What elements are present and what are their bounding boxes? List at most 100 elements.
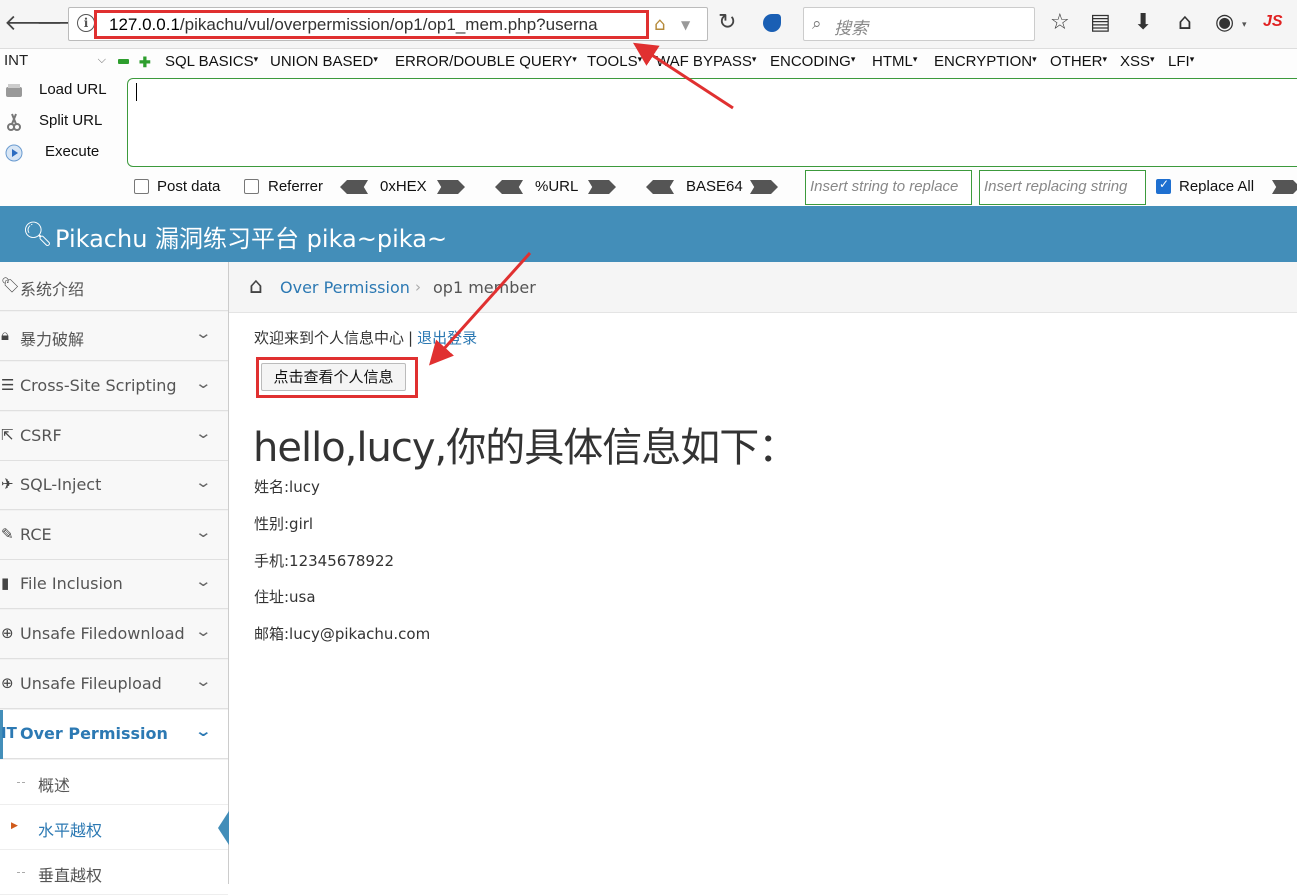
- sidebar: 🏷︎ 系统介绍 🔒︎ 暴力破解 ⌄ ☰ Cross-Site Scripting…: [0, 262, 229, 895]
- menu-other[interactable]: OTHER: [1050, 53, 1107, 70]
- js-badge[interactable]: JS: [1263, 13, 1283, 31]
- breadcrumb: ⌂ Over Permission › op1 member: [229, 262, 1297, 313]
- sidebar-item-label: SQL-Inject: [20, 475, 102, 494]
- home-icon[interactable]: ⌂: [654, 14, 665, 35]
- sidebar-item-unsafe-filedownload[interactable]: ⊕ Unsafe Filedownload ⌄: [0, 610, 228, 659]
- load-url-icon: [6, 84, 22, 97]
- sidebar-item-unsafe-fileupload[interactable]: ⊕ Unsafe Fileupload ⌄: [0, 660, 228, 709]
- reading-list-icon[interactable]: ▤: [1090, 10, 1111, 35]
- sidebar-item-xss[interactable]: ☰ Cross-Site Scripting ⌄: [0, 362, 228, 411]
- share-icon: ⇱: [1, 426, 14, 444]
- logout-link[interactable]: 退出登录: [417, 329, 477, 347]
- menu-lfi[interactable]: LFI: [1168, 53, 1194, 70]
- forward-icon[interactable]: 🡒: [36, 10, 95, 38]
- info-gender: 性别:girl: [254, 515, 314, 533]
- sidebar-item-over-permission[interactable]: IT Over Permission ⌄: [0, 710, 228, 759]
- sidebar-subitem-horizontal[interactable]: ▶ 水平越权: [0, 805, 229, 850]
- replace-arrow-icon[interactable]: [1272, 180, 1297, 194]
- hex-encode-arrow-icon[interactable]: [437, 180, 465, 194]
- minus-icon[interactable]: [118, 59, 129, 64]
- chevron-right-icon: ›: [415, 278, 421, 296]
- search-input[interactable]: ⌕ 搜索: [803, 7, 1035, 41]
- menu-html[interactable]: HTML: [872, 53, 917, 70]
- search-icon: ⌕: [812, 14, 822, 34]
- sidebar-item-brute-force[interactable]: 🔒︎ 暴力破解 ⌄: [0, 312, 228, 361]
- replace-all-checkbox[interactable]: [1156, 177, 1171, 194]
- view-info-button[interactable]: 点击查看个人信息: [261, 363, 406, 391]
- browser-toolbar: 🡐 🡒 i 127.0.0.1/pikachu/vul/overpermissi…: [0, 0, 1297, 49]
- post-data-checkbox[interactable]: [134, 179, 149, 194]
- upload-circle-icon: ⊕: [1, 674, 14, 692]
- breadcrumb-link[interactable]: Over Permission: [280, 278, 410, 297]
- menu-encryption[interactable]: ENCRYPTION: [934, 53, 1037, 70]
- info-phone: 手机:12345678922: [254, 552, 395, 570]
- chevron-down-icon: ⌄: [194, 374, 213, 392]
- star-icon[interactable]: ☆: [1050, 10, 1070, 35]
- menu-error-double-query[interactable]: ERROR/DOUBLE QUERY: [395, 53, 577, 70]
- url-text[interactable]: 127.0.0.1/pikachu/vul/overpermission/op1…: [94, 10, 649, 39]
- download-circle-icon: ⊕: [1, 624, 14, 642]
- chevron-down-icon: ⌄: [194, 722, 213, 740]
- sidebar-subitem-label: 水平越权: [38, 821, 103, 840]
- sidebar-item-label: Cross-Site Scripting: [20, 376, 177, 395]
- menu-sql-basics[interactable]: SQL BASICS: [165, 53, 258, 70]
- sidebar-item-label: 暴力破解: [20, 330, 85, 349]
- home-icon[interactable]: ⌂: [1178, 10, 1192, 35]
- bird-icon[interactable]: [763, 14, 781, 32]
- base64-decode-arrow-icon[interactable]: [646, 180, 674, 194]
- sidebar-item-label: Over Permission: [20, 724, 168, 743]
- referrer-label: Referrer: [268, 178, 324, 195]
- menu-encoding[interactable]: ENCODING: [770, 53, 855, 70]
- hex-label: 0xHEX: [380, 178, 427, 195]
- chevron-down-icon: ⌄: [194, 424, 213, 442]
- url-encode-arrow-icon[interactable]: [588, 180, 616, 194]
- menu-waf-bypass[interactable]: WAF BYPASS: [656, 53, 756, 70]
- sidebar-subitem-overview[interactable]: 概述: [0, 760, 228, 805]
- sidebar-item-sql-inject[interactable]: ✈ SQL-Inject ⌄: [0, 461, 228, 510]
- info-icon[interactable]: i: [77, 14, 95, 32]
- menu-xss[interactable]: XSS: [1120, 53, 1155, 70]
- menu-tools[interactable]: TOOLS: [587, 53, 642, 70]
- caret-right-icon: ▶: [11, 821, 18, 831]
- replacing-string-input[interactable]: Insert replacing string: [979, 170, 1146, 205]
- chevron-down-icon[interactable]: ▾: [1242, 20, 1247, 30]
- chevron-down-icon[interactable]: ▼: [681, 18, 690, 32]
- sidebar-item-label: CSRF: [20, 426, 62, 445]
- sidebar-subitem-label: 垂直越权: [38, 866, 103, 885]
- menu-union-based[interactable]: UNION BASED: [270, 53, 378, 70]
- sidebar-item-label: Unsafe Fileupload: [20, 674, 162, 693]
- address-bar[interactable]: i 127.0.0.1/pikachu/vul/overpermission/o…: [68, 7, 708, 41]
- key-icon: 🔍︎: [22, 220, 53, 248]
- reload-icon[interactable]: ↻: [718, 10, 736, 35]
- sidebar-item-file-inclusion[interactable]: ▮ File Inclusion ⌄: [0, 560, 228, 609]
- plane-icon: ✈: [1, 475, 14, 493]
- replace-string-input[interactable]: Insert string to replace: [805, 170, 972, 205]
- sidebar-item-rce[interactable]: ✎ RCE ⌄: [0, 511, 228, 560]
- type-select[interactable]: INT ⌵: [2, 52, 110, 74]
- base64-encode-arrow-icon[interactable]: [750, 180, 778, 194]
- greeting-heading: hello,lucy,你的具体信息如下：: [253, 425, 798, 471]
- post-data-label: Post data: [157, 178, 221, 195]
- hex-decode-arrow-icon[interactable]: [340, 180, 368, 194]
- site-title[interactable]: Pikachu 漏洞练习平台 pika~pika~: [55, 219, 447, 254]
- hackbar-url-textarea[interactable]: [127, 78, 1297, 167]
- sidebar-item-csrf[interactable]: ⇱ CSRF ⌄: [0, 412, 228, 461]
- annotation-box: 点击查看个人信息: [256, 357, 418, 398]
- sidebar-item-intro[interactable]: 🏷︎ 系统介绍: [0, 262, 228, 311]
- pencil-icon: ✎: [1, 525, 14, 543]
- scissors-icon: [7, 113, 21, 131]
- chevron-down-icon: ⌵: [97, 54, 106, 66]
- sidebar-subitem-vertical[interactable]: 垂直越权: [0, 850, 228, 895]
- base64-label: BASE64: [686, 178, 743, 195]
- file-icon: ▮: [1, 574, 10, 592]
- home-icon[interactable]: ⌂: [249, 274, 263, 299]
- sidebar-item-label: RCE: [20, 525, 52, 544]
- play-icon: [5, 144, 23, 162]
- download-icon[interactable]: ⬇: [1134, 10, 1152, 35]
- globe-icon[interactable]: ◉: [1215, 10, 1234, 35]
- url-decode-arrow-icon[interactable]: [495, 180, 523, 194]
- plus-icon[interactable]: ✚: [139, 54, 151, 71]
- back-icon[interactable]: 🡐: [4, 10, 63, 38]
- referrer-checkbox[interactable]: [244, 179, 259, 194]
- sidebar-item-label: Unsafe Filedownload: [20, 624, 185, 643]
